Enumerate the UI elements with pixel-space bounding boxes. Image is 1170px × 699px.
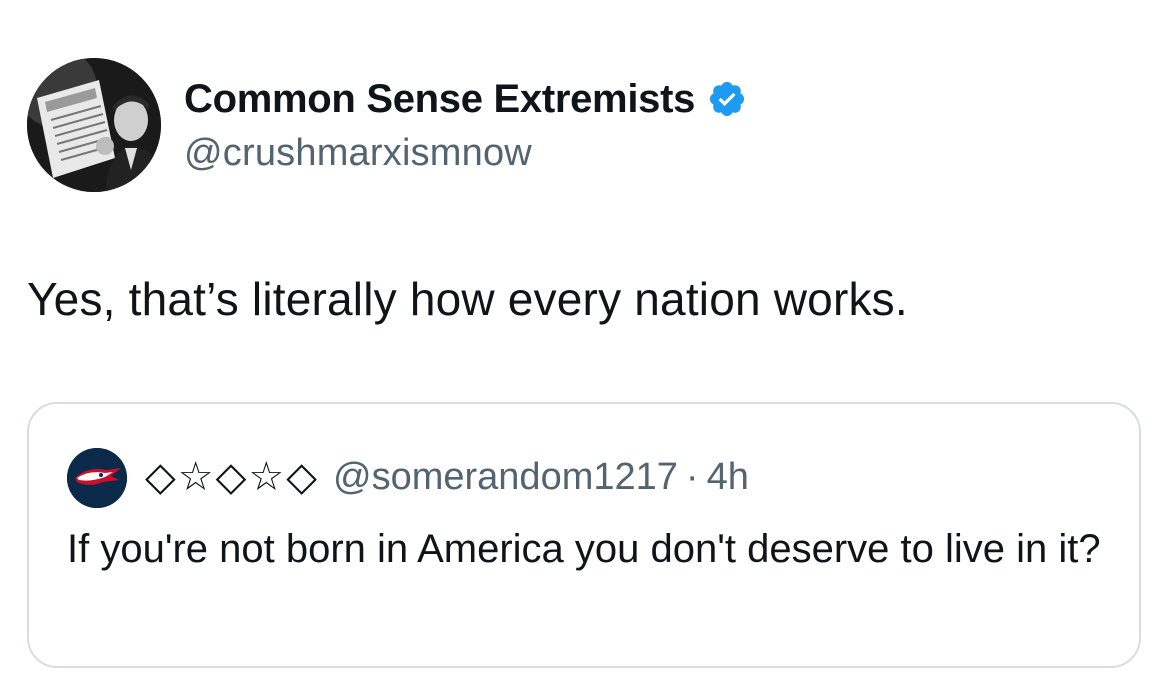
- quoted-timestamp[interactable]: 4h: [707, 456, 749, 499]
- newspaper-man-photo-avatar: [27, 58, 161, 192]
- meta-separator: ·: [685, 455, 699, 498]
- quoted-tweet-text: If you're not born in America you don't …: [67, 527, 1101, 571]
- patriots-logo-avatar: [67, 448, 127, 508]
- author-name-row[interactable]: Common Sense Extremists: [184, 76, 747, 122]
- author-handle[interactable]: @crushmarxismnow: [184, 132, 532, 175]
- author-name[interactable]: Common Sense Extremists: [184, 77, 695, 122]
- tweet-text: Yes, that’s literally how every nation w…: [27, 273, 908, 325]
- verified-badge-icon: [707, 79, 747, 119]
- author-avatar[interactable]: [27, 58, 161, 192]
- quoted-tweet-card[interactable]: ◇☆◇☆◇ @somerandom1217 · 4h If you're not…: [27, 402, 1141, 668]
- quoted-meta-row: ◇☆◇☆◇ @somerandom1217 · 4h: [145, 452, 749, 502]
- tweet-header: Common Sense Extremists @crushmarxismnow: [27, 58, 1127, 192]
- quoted-author-handle[interactable]: @somerandom1217: [333, 456, 678, 499]
- quoted-author-avatar[interactable]: [67, 448, 127, 508]
- quoted-author-name[interactable]: ◇☆◇☆◇: [145, 454, 319, 500]
